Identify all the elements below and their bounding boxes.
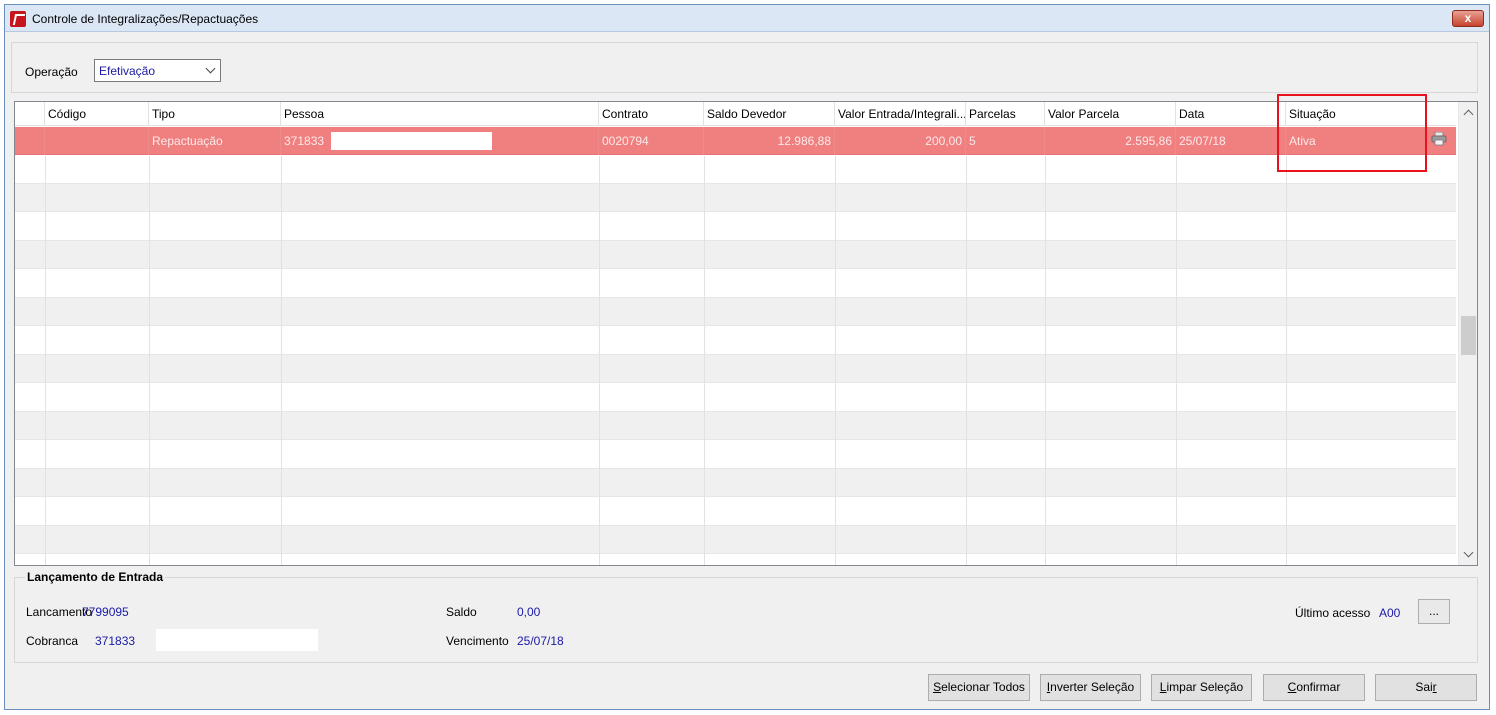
cell-valor-entrada: 200,00 bbox=[835, 127, 966, 155]
limpar-selecao-button[interactable]: Limpar Seleção bbox=[1151, 674, 1252, 701]
grid-column-lines bbox=[45, 156, 1287, 565]
column-header-contrato[interactable]: Contrato bbox=[599, 102, 704, 126]
saldo-value: 0,00 bbox=[517, 605, 541, 619]
cell-pessoa-id: 371833 bbox=[284, 134, 325, 148]
results-grid[interactable]: Código Tipo Pessoa Contrato Saldo Devedo… bbox=[14, 101, 1478, 566]
cell-data: 25/07/18 bbox=[1176, 127, 1286, 155]
ultimo-acesso-value: A00 bbox=[1379, 606, 1401, 620]
row-indicator bbox=[15, 127, 45, 155]
ultimo-acesso-label: Último acesso bbox=[1295, 606, 1371, 620]
scroll-thumb[interactable] bbox=[1461, 316, 1476, 355]
redacted-cobranca-name-field bbox=[156, 629, 318, 651]
cell-codigo bbox=[45, 127, 149, 155]
column-header-codigo[interactable]: Código bbox=[45, 102, 149, 126]
table-row[interactable]: Repactuação 371833 0020794 12.986,88 200… bbox=[15, 127, 1456, 155]
column-header-valor-parcela[interactable]: Valor Parcela bbox=[1045, 102, 1176, 126]
close-button[interactable]: x bbox=[1452, 10, 1484, 27]
column-header-situacao[interactable]: Situação bbox=[1286, 102, 1456, 126]
operacao-panel: Operação Efetivação bbox=[11, 42, 1478, 93]
cell-pessoa: 371833 bbox=[281, 127, 599, 155]
cell-contrato: 0020794 bbox=[599, 127, 704, 155]
column-header-saldo-devedor[interactable]: Saldo Devedor bbox=[704, 102, 835, 126]
redacted-name-field bbox=[331, 132, 492, 150]
cobranca-value: 371833 bbox=[95, 634, 136, 648]
column-header-parcelas[interactable]: Parcelas bbox=[966, 102, 1045, 126]
printer-icon[interactable] bbox=[1431, 132, 1447, 146]
scroll-up-arrow-icon[interactable] bbox=[1459, 104, 1477, 121]
column-header-data[interactable]: Data bbox=[1176, 102, 1286, 126]
saldo-label: Saldo bbox=[446, 605, 477, 619]
confirmar-button[interactable]: Confirmar bbox=[1263, 674, 1365, 701]
vencimento-label: Vencimento bbox=[446, 634, 509, 648]
chevron-down-icon bbox=[205, 63, 216, 74]
cobranca-label: Cobranca bbox=[26, 634, 79, 648]
grid-header: Código Tipo Pessoa Contrato Saldo Devedo… bbox=[15, 102, 1456, 126]
window-title: Controle de Integralizações/Repactuações bbox=[32, 12, 259, 26]
operacao-select[interactable]: Efetivação bbox=[94, 59, 221, 82]
operacao-select-value: Efetivação bbox=[99, 64, 156, 78]
column-header-valor-entrada[interactable]: Valor Entrada/Integrali... bbox=[835, 102, 966, 126]
column-header-tipo[interactable]: Tipo bbox=[149, 102, 281, 126]
lancamento-value: 7799095 bbox=[82, 605, 129, 619]
vencimento-value: 25/07/18 bbox=[517, 634, 564, 648]
scroll-down-arrow-icon[interactable] bbox=[1459, 546, 1477, 563]
cell-tipo: Repactuação bbox=[149, 127, 281, 155]
cell-saldo-devedor: 12.986,88 bbox=[704, 127, 835, 155]
operacao-label: Operação bbox=[25, 65, 78, 79]
cell-situacao: Ativa bbox=[1286, 127, 1426, 155]
column-header-pessoa[interactable]: Pessoa bbox=[281, 102, 599, 126]
column-header-indicator bbox=[15, 102, 45, 126]
sair-button[interactable]: Sair bbox=[1375, 674, 1477, 701]
cell-parcelas: 5 bbox=[966, 127, 1045, 155]
lancamento-entrada-panel: Lançamento de Entrada Lancamento 7799095… bbox=[14, 570, 1478, 663]
title-bar: Controle de Integralizações/Repactuações… bbox=[5, 5, 1489, 32]
cell-valor-parcela: 2.595,86 bbox=[1045, 127, 1176, 155]
vertical-scrollbar[interactable] bbox=[1458, 102, 1477, 565]
selecionar-todos-button[interactable]: Selecionar Todos bbox=[928, 674, 1030, 701]
inverter-selecao-button[interactable]: Inverter Seleção bbox=[1040, 674, 1141, 701]
app-logo-icon bbox=[10, 11, 26, 27]
ultimo-acesso-ellipsis-button[interactable]: ... bbox=[1418, 599, 1450, 624]
lancamento-entrada-legend: Lançamento de Entrada bbox=[25, 570, 166, 584]
